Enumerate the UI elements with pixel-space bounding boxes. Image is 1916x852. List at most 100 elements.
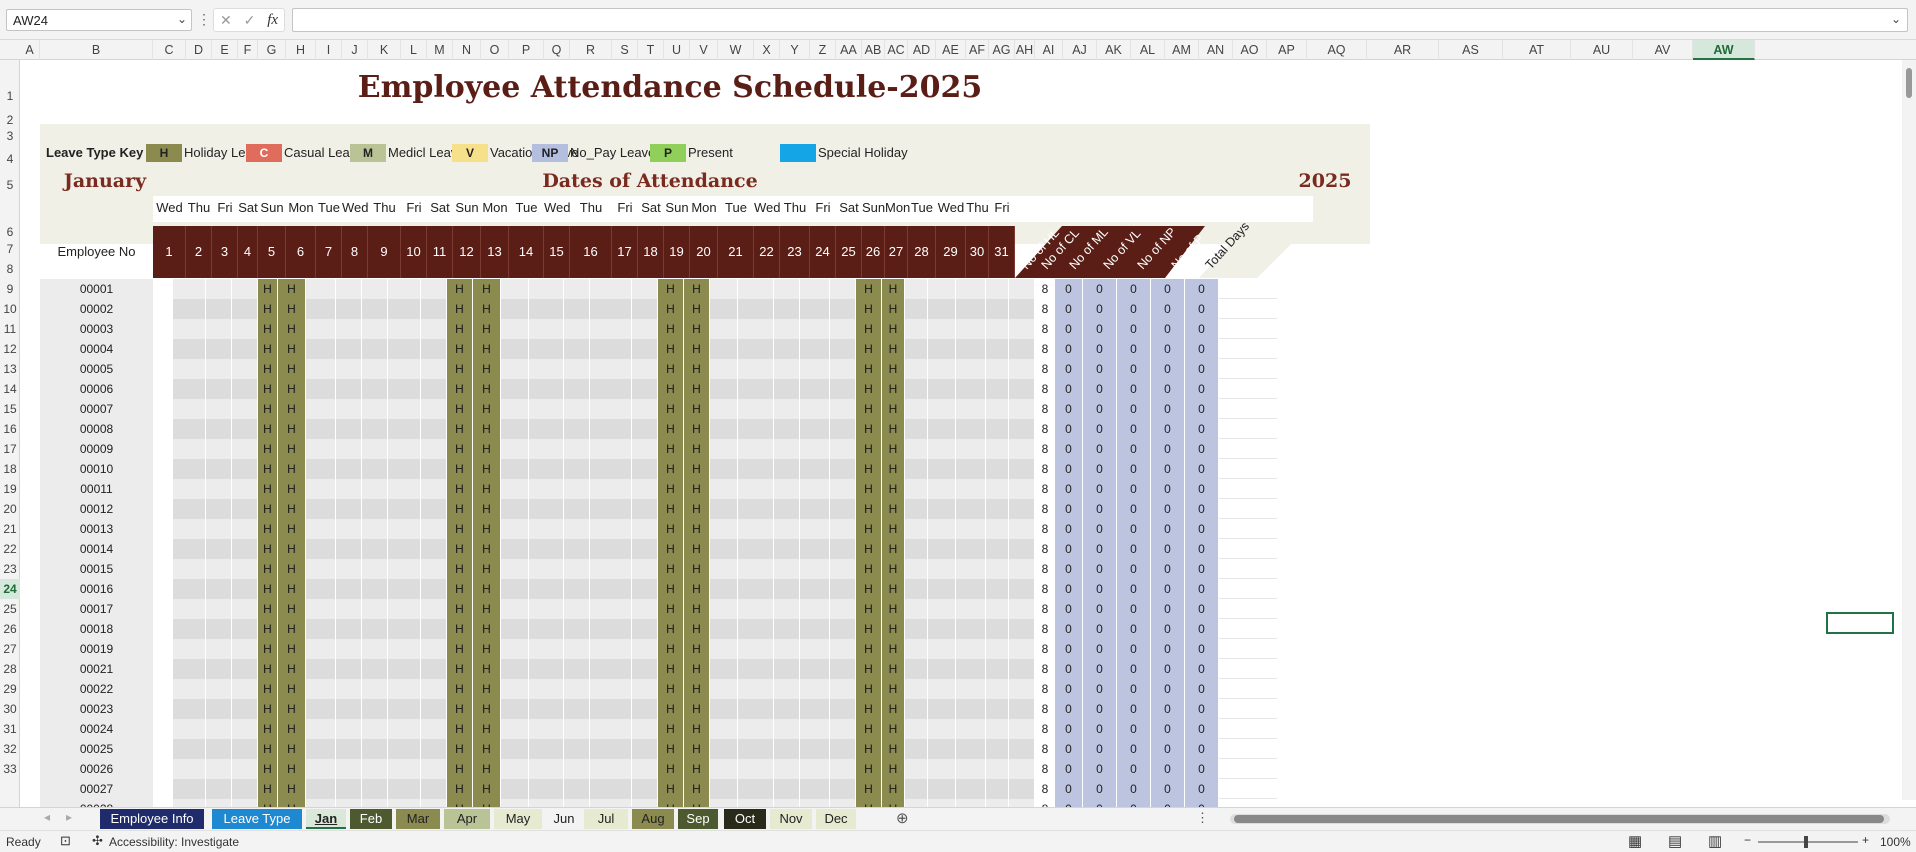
attendance-cell[interactable]: H (856, 779, 882, 799)
attendance-cell[interactable]: H (447, 399, 473, 419)
attendance-cell[interactable] (564, 679, 590, 699)
attendance-cell[interactable] (632, 579, 658, 599)
summary-count-cell[interactable]: 8 (1035, 639, 1055, 659)
attendance-cell[interactable] (738, 539, 774, 559)
attendance-cell[interactable] (232, 779, 258, 799)
summary-count-cell[interactable]: 0 (1055, 699, 1083, 719)
attendance-cell[interactable]: H (658, 619, 684, 639)
column-header-C[interactable]: C (153, 40, 186, 60)
attendance-cell[interactable] (421, 359, 447, 379)
attendance-cell[interactable] (956, 759, 986, 779)
row-header-8[interactable]: 8 (0, 259, 20, 279)
attendance-cell[interactable]: H (447, 619, 473, 639)
attendance-cell[interactable]: H (856, 799, 882, 807)
column-header-AE[interactable]: AE (936, 40, 966, 60)
column-header-P[interactable]: P (509, 40, 544, 60)
attendance-cell[interactable] (800, 679, 830, 699)
attendance-cell[interactable]: H (447, 339, 473, 359)
attendance-cell[interactable] (501, 799, 529, 807)
attendance-cell[interactable]: H (658, 299, 684, 319)
employee-id-cell[interactable]: 00005 (40, 359, 153, 379)
attendance-cell[interactable] (710, 519, 738, 539)
attendance-cell[interactable] (905, 599, 928, 619)
attendance-cell[interactable] (956, 639, 986, 659)
column-header-D[interactable]: D (186, 40, 212, 60)
attendance-cell[interactable] (738, 639, 774, 659)
column-header-K[interactable]: K (368, 40, 401, 60)
summary-count-cell[interactable]: 0 (1151, 739, 1185, 759)
column-header-S[interactable]: S (612, 40, 638, 60)
attendance-cell[interactable]: H (278, 619, 306, 639)
attendance-cell[interactable] (501, 359, 529, 379)
attendance-cell[interactable] (388, 739, 421, 759)
attendance-cell[interactable] (830, 459, 856, 479)
summary-count-cell[interactable]: 0 (1151, 499, 1185, 519)
attendance-cell[interactable]: H (856, 359, 882, 379)
attendance-cell[interactable] (738, 419, 774, 439)
attendance-cell[interactable]: H (684, 799, 710, 807)
attendance-cell[interactable] (928, 339, 956, 359)
attendance-cell[interactable]: H (882, 719, 905, 739)
attendance-cell[interactable] (830, 339, 856, 359)
attendance-cell[interactable] (501, 599, 529, 619)
attendance-cell[interactable] (830, 559, 856, 579)
attendance-cell[interactable] (421, 779, 447, 799)
attendance-cell[interactable] (830, 599, 856, 619)
attendance-cell[interactable] (956, 479, 986, 499)
attendance-cell[interactable] (529, 739, 564, 759)
attendance-cell[interactable] (501, 739, 529, 759)
attendance-cell[interactable]: H (447, 579, 473, 599)
attendance-cell[interactable] (362, 299, 388, 319)
attendance-cell[interactable] (928, 359, 956, 379)
plus-circle-icon[interactable]: ⊕ (896, 809, 909, 827)
attendance-cell[interactable] (388, 499, 421, 519)
attendance-cell[interactable]: H (856, 459, 882, 479)
attendance-cell[interactable] (421, 799, 447, 807)
attendance-cell[interactable] (986, 559, 1009, 579)
attendance-cell[interactable] (1009, 559, 1035, 579)
attendance-cell[interactable] (388, 759, 421, 779)
attendance-cell[interactable]: H (658, 699, 684, 719)
summary-count-cell[interactable]: 0 (1083, 619, 1117, 639)
total-days-cell[interactable] (1219, 459, 1277, 479)
attendance-cell[interactable]: H (856, 619, 882, 639)
summary-count-cell[interactable]: 8 (1035, 419, 1055, 439)
attendance-cell[interactable] (173, 339, 206, 359)
attendance-cell[interactable] (986, 619, 1009, 639)
attendance-cell[interactable] (710, 439, 738, 459)
attendance-cell[interactable] (905, 619, 928, 639)
attendance-cell[interactable] (830, 379, 856, 399)
attendance-cell[interactable] (928, 799, 956, 807)
attendance-cell[interactable] (232, 799, 258, 807)
summary-count-cell[interactable]: 0 (1083, 379, 1117, 399)
attendance-cell[interactable] (986, 579, 1009, 599)
attendance-cell[interactable] (421, 519, 447, 539)
attendance-cell[interactable] (232, 559, 258, 579)
attendance-cell[interactable] (306, 639, 336, 659)
attendance-cell[interactable] (1009, 579, 1035, 599)
attendance-cell[interactable] (800, 379, 830, 399)
attendance-cell[interactable] (774, 619, 800, 639)
attendance-cell[interactable]: H (278, 379, 306, 399)
attendance-cell[interactable] (632, 519, 658, 539)
summary-count-cell[interactable]: 0 (1185, 759, 1219, 779)
expand-formula-icon[interactable]: ⌄ (1891, 12, 1901, 26)
attendance-cell[interactable]: H (856, 379, 882, 399)
summary-count-cell[interactable]: 8 (1035, 339, 1055, 359)
attendance-cell[interactable] (986, 419, 1009, 439)
summary-count-cell[interactable]: 0 (1185, 539, 1219, 559)
h-scroll-thumb[interactable] (1234, 815, 1884, 823)
row-header-15[interactable]: 15 (0, 399, 20, 419)
attendance-cell[interactable]: H (473, 539, 501, 559)
attendance-cell[interactable]: H (882, 619, 905, 639)
attendance-cell[interactable]: H (882, 279, 905, 299)
row-header-23[interactable]: 23 (0, 559, 20, 579)
attendance-cell[interactable] (564, 519, 590, 539)
attendance-cell[interactable] (501, 559, 529, 579)
attendance-cell[interactable]: H (278, 699, 306, 719)
attendance-cell[interactable] (1009, 339, 1035, 359)
attendance-cell[interactable] (306, 519, 336, 539)
summary-count-cell[interactable]: 0 (1151, 279, 1185, 299)
attendance-cell[interactable] (564, 559, 590, 579)
attendance-cell[interactable] (564, 439, 590, 459)
